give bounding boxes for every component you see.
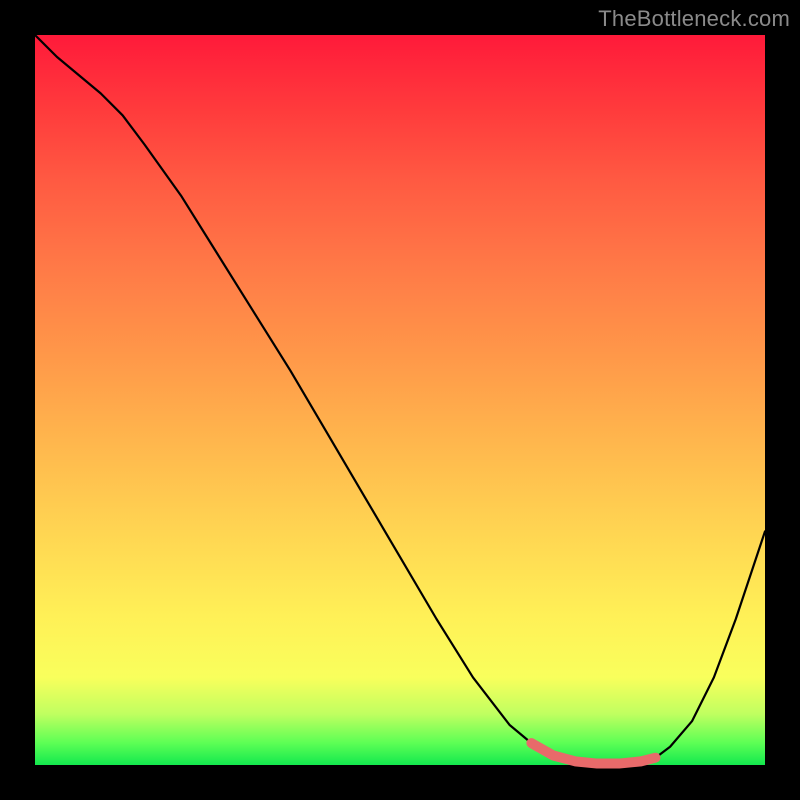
watermark-text: TheBottleneck.com [598, 6, 790, 32]
chart-plot [35, 35, 765, 765]
chart-frame: TheBottleneck.com [0, 0, 800, 800]
optimal-zone-marker [531, 743, 655, 763]
bottleneck-curve [35, 35, 765, 764]
